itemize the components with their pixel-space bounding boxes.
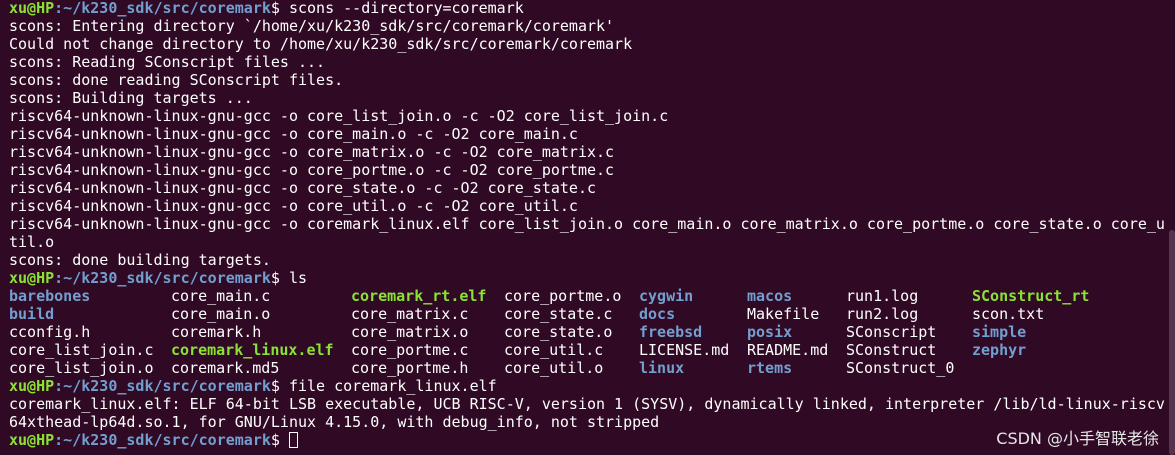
output-line: riscv64-unknown-linux-gnu-gcc -o core_ut…	[9, 197, 578, 215]
ls-entry-file: core_list_join.o	[9, 359, 154, 377]
scrollbar-thumb[interactable]	[1169, 230, 1175, 455]
prompt-line: xu@HP:~/k230_sdk/src/coremark$ ls	[9, 269, 1169, 287]
ls-entry-executable: coremark_linux.elf	[171, 341, 334, 359]
prompt-user-host: xu@HP	[9, 377, 55, 395]
ls-entry-file: core_portme.o	[504, 287, 622, 305]
ls-entry-file: core_matrix.o	[351, 323, 469, 341]
ls-entry-directory: cygwin	[639, 287, 694, 305]
ls-row: barebones core_main.c coremark_rt.elf core_…	[9, 287, 1169, 305]
prompt-user-host: xu@HP	[9, 431, 55, 449]
command-input[interactable]	[280, 431, 289, 449]
output-line: riscv64-unknown-linux-gnu-gcc -o core_po…	[9, 161, 615, 179]
output-line: riscv64-unknown-linux-gnu-gcc -o core_li…	[9, 107, 669, 125]
output-line: til.o	[9, 233, 55, 251]
ls-row: build core_main.o core_matrix.c core_state.…	[9, 305, 1169, 323]
ls-entry-file: SConstruct_0	[846, 359, 955, 377]
watermark-text: CSDN @小手智联老徐	[996, 429, 1159, 448]
output-line: riscv64-unknown-linux-gnu-gcc -o core_st…	[9, 179, 596, 197]
output-line: riscv64-unknown-linux-gnu-gcc -o core_ma…	[9, 143, 615, 161]
ls-entry-directory: freebsd	[639, 323, 703, 341]
prompt-symbol: $	[270, 431, 280, 449]
prompt-line: xu@HP:~/k230_sdk/src/coremark$ file core…	[9, 377, 1169, 395]
output-line: coremark_linux.elf: ELF 64-bit LSB execu…	[9, 395, 1165, 413]
ls-entry-file: core_state.c	[504, 305, 613, 323]
ls-listing: barebones core_main.c coremark_rt.elf core_…	[9, 287, 1169, 377]
ls-entry-file: coremark.h	[171, 323, 262, 341]
ls-entry-file: core_main.c	[171, 287, 271, 305]
output-line: scons: done building targets.	[9, 251, 271, 269]
ls-entry-file: core_state.o	[504, 323, 613, 341]
prompt-symbol: $	[270, 269, 280, 287]
output-line: riscv64-unknown-linux-gnu-gcc -o core_ma…	[9, 125, 578, 143]
ls-entry-file: core_list_join.c	[9, 341, 154, 359]
ls-entry-file: LICENSE.md	[639, 341, 730, 359]
prompt-path: :~/k230_sdk/src/coremark	[54, 269, 271, 287]
ls-entry-directory: linux	[639, 359, 685, 377]
output-line: scons: done reading SConscript files.	[9, 71, 344, 89]
ls-entry-file: core_portme.c	[351, 341, 469, 359]
output-line: 64xthead-lp64d.so.1, for GNU/Linux 4.15.…	[9, 413, 660, 431]
prompt-symbol: $	[270, 0, 280, 17]
ls-entry-directory: posix	[747, 323, 793, 341]
text-cursor	[288, 432, 298, 448]
ls-entry-file: scon.txt	[972, 305, 1045, 323]
ls-row: core_list_join.o coremark.md5 core_portme.…	[9, 359, 1169, 377]
ls-row: core_list_join.c coremark_linux.elf core_p…	[9, 341, 1169, 359]
ls-row: cconfig.h coremark.h core_matrix.o core_sta…	[9, 323, 1169, 341]
output-line: scons: Building targets ...	[9, 89, 253, 107]
prompt-user-host: xu@HP	[9, 0, 55, 17]
ls-entry-directory: rtems	[747, 359, 793, 377]
output-line: Could not change directory to /home/xu/k…	[9, 35, 633, 53]
ls-entry-executable: coremark_rt.elf	[351, 287, 487, 305]
output-line: scons: Entering directory `/home/xu/k230…	[9, 17, 615, 35]
command-text: scons --directory=coremark	[279, 0, 524, 17]
ls-entry-directory: build	[9, 305, 55, 323]
command-text: ls	[279, 269, 308, 287]
ls-entry-file: core_main.o	[171, 305, 271, 323]
prompt-path: :~/k230_sdk/src/coremark	[54, 0, 271, 17]
scrollbar[interactable]	[1167, 0, 1175, 455]
terminal-window[interactable]: xu@HP:~/k230_sdk/src/coremark$ scons --d…	[0, 0, 1175, 455]
ls-entry-file: SConscript	[846, 323, 937, 341]
prompt-line: xu@HP:~/k230_sdk/src/coremark$ scons --d…	[9, 0, 1169, 17]
terminal-content: xu@HP:~/k230_sdk/src/coremark$ scons --d…	[9, 0, 1169, 449]
prompt-line[interactable]: xu@HP:~/k230_sdk/src/coremark$	[9, 431, 1169, 449]
output-line: scons: Reading SConscript files ...	[9, 53, 326, 71]
ls-entry-file: cconfig.h	[9, 323, 91, 341]
ls-entry-file: core_portme.h	[351, 359, 469, 377]
ls-entry-file: core_util.c	[504, 341, 604, 359]
prompt-path: :~/k230_sdk/src/coremark	[54, 377, 271, 395]
prompt-path: :~/k230_sdk/src/coremark	[54, 431, 271, 449]
ls-entry-file: run1.log	[846, 287, 919, 305]
ls-entry-directory: zephyr	[972, 341, 1027, 359]
ls-entry-file: README.md	[747, 341, 829, 359]
ls-entry-file: SConstruct	[846, 341, 937, 359]
ls-entry-file: run2.log	[846, 305, 919, 323]
prompt-user-host: xu@HP	[9, 269, 55, 287]
ls-entry-file: core_matrix.c	[351, 305, 469, 323]
ls-entry-directory: simple	[972, 323, 1027, 341]
ls-entry-executable: SConstruct_rt	[972, 287, 1090, 305]
ls-entry-directory: barebones	[9, 287, 91, 305]
ls-entry-file: Makefile	[747, 305, 820, 323]
output-line: riscv64-unknown-linux-gnu-gcc -o coremar…	[9, 215, 1165, 233]
ls-entry-file: core_util.o	[504, 359, 604, 377]
ls-entry-directory: macos	[747, 287, 793, 305]
ls-entry-file: coremark.md5	[171, 359, 280, 377]
prompt-symbol: $	[270, 377, 280, 395]
command-text: file coremark_linux.elf	[279, 377, 497, 395]
ls-entry-directory: docs	[639, 305, 676, 323]
